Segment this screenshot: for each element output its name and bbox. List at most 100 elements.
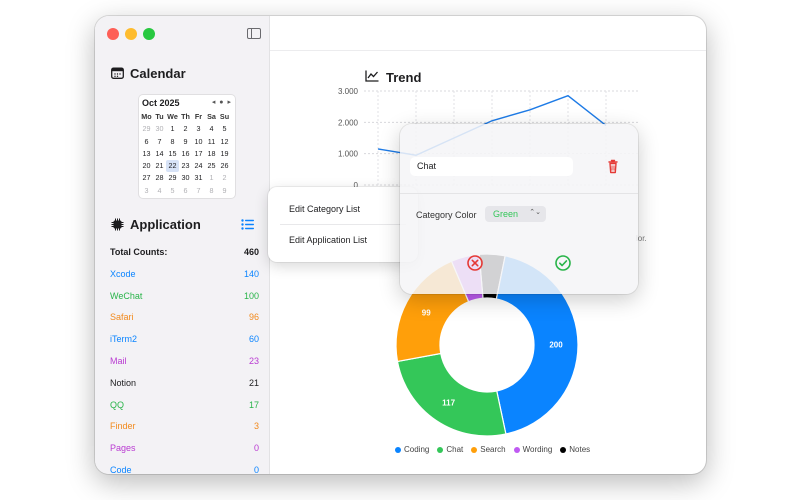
app-count: 0 (253, 443, 259, 454)
app-row[interactable]: Finder 3 (110, 419, 259, 441)
calendar-day[interactable]: 29 (166, 172, 179, 184)
application-title: Application (130, 217, 201, 232)
calendar-day[interactable]: 20 (140, 160, 153, 172)
app-row[interactable]: Code 0 (110, 463, 259, 474)
calendar-day[interactable]: 27 (140, 172, 153, 184)
app-row[interactable]: Xcode 140 (110, 267, 259, 289)
y-tick-label: 3.000 (338, 87, 359, 96)
calendar-day[interactable]: 5 (166, 185, 179, 197)
calendar-day[interactable]: 2 (218, 172, 231, 184)
y-tick-label: 2.000 (338, 118, 359, 127)
calendar-day[interactable]: 11 (205, 136, 218, 148)
total-counts-value: 460 (243, 247, 259, 257)
calendar-day[interactable]: 18 (205, 148, 218, 160)
edit-category-list-item[interactable]: Edit Category List (289, 204, 360, 214)
calendar-day[interactable]: 25 (205, 160, 218, 172)
toolbar-divider (270, 50, 706, 51)
trash-icon[interactable] (602, 157, 624, 177)
app-row[interactable]: iTerm2 60 (110, 332, 259, 354)
sidebar-toggle-icon[interactable] (247, 28, 261, 39)
legend-label: Wording (522, 445, 553, 454)
confirm-checkmark-icon[interactable] (552, 252, 574, 274)
calendar-day[interactable]: 7 (192, 185, 205, 197)
calendar-day[interactable]: 24 (192, 160, 205, 172)
calendar-day[interactable]: 21 (153, 160, 166, 172)
legend-item: Search (471, 445, 506, 454)
sidebar: Calendar Oct 2025 ◂ ● ▸ Mo Tu We Th Fr Sa Su 29… (95, 16, 270, 474)
total-counts-label: Total Counts: (110, 247, 168, 257)
calendar-day[interactable]: 31 (192, 172, 205, 184)
calendar-grid: Mo Tu We Th Fr Sa Su 29 30 1 2 3 4 5 6 7 8 9 10 11 12 13 14 15 1… (140, 111, 231, 197)
calendar-day[interactable]: 22 (166, 160, 179, 173)
calendar-day[interactable]: 4 (153, 185, 166, 197)
calendar-day[interactable]: 8 (166, 136, 179, 148)
app-name: Xcode (110, 268, 136, 279)
app-count: 140 (243, 268, 259, 279)
weekday-header: Th (181, 112, 190, 121)
calendar-day[interactable]: 5 (218, 123, 231, 135)
calendar-day[interactable]: 9 (179, 136, 192, 148)
calendar-day[interactable]: 2 (179, 123, 192, 135)
app-row[interactable]: Pages 0 (110, 441, 259, 463)
donut-value-label: 200 (549, 341, 563, 350)
calendar-icon (111, 67, 124, 79)
app-row[interactable]: Mail 23 (110, 354, 259, 376)
app-count: 3 (253, 421, 259, 432)
app-row[interactable]: Notion 21 (110, 376, 259, 398)
calendar-day[interactable]: 19 (218, 148, 231, 160)
app-row[interactable]: WeChat 100 (110, 289, 259, 311)
calendar-day[interactable]: 8 (205, 185, 218, 197)
calendar-day[interactable]: 4 (205, 123, 218, 135)
weekday-header: Sa (207, 112, 216, 121)
donut-slice-chat[interactable] (396, 352, 507, 437)
calendar-day[interactable]: 10 (192, 136, 205, 148)
calendar-day[interactable]: 29 (140, 123, 153, 135)
weekday-header: We (167, 112, 178, 121)
calendar-day[interactable]: 14 (153, 148, 166, 160)
calendar-day[interactable]: 7 (153, 136, 166, 148)
calendar-widget[interactable]: Oct 2025 ◂ ● ▸ Mo Tu We Th Fr Sa Su 29 30 1 2 3 4 5 6 7… (139, 95, 235, 198)
category-name-field[interactable]: Chat (410, 157, 573, 176)
calendar-day[interactable]: 9 (218, 185, 231, 197)
calendar-day[interactable]: 13 (140, 148, 153, 160)
calendar-day[interactable]: 30 (153, 123, 166, 135)
calendar-day[interactable]: 3 (192, 123, 205, 135)
legend-swatch (560, 446, 567, 453)
calendar-day[interactable]: 1 (205, 172, 218, 184)
app-count: 96 (248, 312, 259, 323)
calendar-day[interactable]: 15 (166, 148, 179, 160)
minimize-window-button[interactable] (125, 28, 137, 40)
donut-value-label: 99 (422, 308, 431, 317)
calendar-day[interactable]: 23 (179, 160, 192, 172)
list-icon[interactable] (241, 219, 254, 230)
app-name: Mail (110, 355, 127, 366)
legend-item: Chat (437, 445, 463, 454)
edit-application-list-item[interactable]: Edit Application List (289, 235, 367, 245)
app-row[interactable]: Safari 96 (110, 310, 259, 332)
calendar-day[interactable]: 1 (166, 123, 179, 135)
legend-item: Wording (513, 445, 553, 454)
calendar-day[interactable]: 28 (153, 172, 166, 184)
trend-title: Trend (386, 70, 422, 85)
calendar-day[interactable]: 3 (140, 185, 153, 197)
calendar-day[interactable]: 17 (192, 148, 205, 160)
app-row[interactable]: QQ 17 (110, 398, 259, 420)
zoom-window-button[interactable] (143, 28, 155, 40)
calendar-day[interactable]: 16 (179, 148, 192, 160)
cancel-circle-icon[interactable] (464, 252, 486, 274)
calendar-month-label: Oct 2025 (142, 98, 180, 108)
calendar-day[interactable]: 26 (218, 160, 231, 172)
calendar-day[interactable]: 6 (179, 185, 192, 197)
close-window-button[interactable] (107, 28, 119, 40)
app-name: QQ (110, 399, 125, 410)
app-name: Code (110, 464, 132, 474)
y-tick-label: 1.000 (338, 150, 359, 159)
calendar-day[interactable]: 12 (218, 136, 231, 148)
calendar-title: Calendar (130, 66, 186, 81)
app-name: iTerm2 (110, 334, 138, 345)
calendar-day[interactable]: 30 (179, 172, 192, 184)
calendar-nav-controls[interactable]: ◂ ● ▸ (212, 98, 232, 106)
calendar-day[interactable]: 6 (140, 136, 153, 148)
category-color-label: Category Color (416, 210, 477, 220)
category-color-select[interactable]: Green ⌃⌄ (485, 206, 546, 222)
